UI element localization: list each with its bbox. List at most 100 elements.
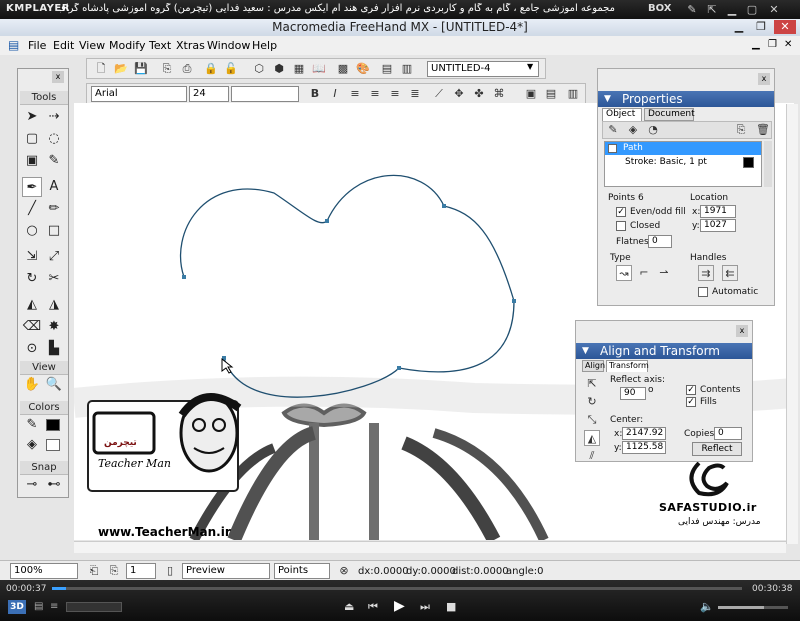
open-icon[interactable]: 📂	[113, 61, 129, 77]
center-x-input[interactable]: 2147.92	[622, 427, 666, 440]
add-fill-icon[interactable]: ◈	[625, 122, 641, 138]
flow-inside-icon[interactable]: ✥	[451, 86, 467, 102]
tab-transform[interactable]: Transform	[606, 360, 649, 372]
stroke-color-swatch[interactable]	[743, 157, 754, 168]
kmplayer-box-label[interactable]: BOX	[648, 3, 671, 14]
pin-icon[interactable]: ✎	[684, 2, 700, 17]
seek-bar[interactable]	[52, 587, 742, 590]
reflect-tool-icon[interactable]: ◭	[22, 295, 42, 315]
zoom-select[interactable]: 100%	[10, 563, 78, 579]
move-transform-icon[interactable]: ⇱	[584, 376, 600, 392]
fills-checkbox[interactable]: ✓	[686, 397, 696, 407]
connector-tool-icon[interactable]: ⊙	[22, 339, 42, 359]
italic-icon[interactable]: I	[327, 86, 343, 102]
volume-icon[interactable]: 🔈	[700, 600, 714, 613]
eraser-tool-icon[interactable]: ⌫	[22, 317, 42, 337]
fill-color-icon[interactable]: ◈	[22, 435, 42, 455]
skew-transform-icon[interactable]: ⫽	[584, 448, 600, 464]
play-icon[interactable]: ▶	[394, 598, 405, 614]
stroke-swatch[interactable]	[46, 419, 60, 431]
page-icon[interactable]: ▯	[162, 563, 178, 579]
retract-in-icon[interactable]: ⇉	[698, 265, 714, 281]
previous-icon[interactable]: ⏮	[368, 600, 378, 614]
menu-xtras[interactable]: Xtras	[176, 39, 205, 52]
minimize-icon[interactable]: ▁	[724, 2, 740, 17]
layers-icon[interactable]: ▤	[379, 61, 395, 77]
attach-to-path-icon[interactable]: ⟋	[431, 86, 447, 102]
copies-input[interactable]: 0	[714, 427, 742, 440]
curve-point-icon[interactable]: ↝	[616, 265, 632, 281]
location-x-input[interactable]: 1971	[700, 205, 736, 218]
align-center-icon[interactable]: ≡	[367, 86, 383, 102]
ungroup-icon[interactable]: ⬢	[271, 61, 287, 77]
doc-close-icon[interactable]: ✕	[784, 39, 792, 50]
flatness-input[interactable]: 0	[648, 235, 672, 248]
convert-to-paths-icon[interactable]: ⌘	[491, 86, 507, 102]
trace-tool-icon[interactable]: ▣	[22, 151, 42, 171]
spelling-icon[interactable]: ▣	[523, 86, 539, 102]
new-icon[interactable]: 🗋	[93, 61, 109, 77]
pointer-tool-icon[interactable]: ➤	[22, 107, 42, 127]
trash-icon[interactable]: 🗑	[755, 122, 771, 138]
list-scrollbar[interactable]	[764, 141, 772, 187]
tab-object[interactable]: Object	[602, 108, 642, 121]
menu-view[interactable]: View	[79, 39, 105, 52]
next-page-icon[interactable]: ⎘	[106, 563, 122, 579]
import-icon[interactable]: ⎘	[159, 61, 175, 77]
align-collapse-icon[interactable]: ▼	[582, 346, 589, 356]
menu-modify[interactable]: Modify	[109, 39, 145, 52]
line-tool-icon[interactable]: ╱	[22, 199, 42, 219]
duplicate-item-icon[interactable]: ⎘	[733, 122, 749, 138]
settings-icon[interactable]: ▤	[34, 601, 43, 612]
align-left-icon[interactable]: ≡	[347, 86, 363, 102]
swatches-icon[interactable]: ▩	[335, 61, 351, 77]
volume-slider[interactable]	[718, 606, 788, 609]
tab-align[interactable]: Align	[582, 360, 605, 372]
app-close-icon[interactable]: ✕	[774, 20, 796, 34]
snap-point-icon[interactable]: ⊸	[22, 475, 42, 495]
evenodd-checkbox[interactable]: ✓	[616, 207, 626, 217]
properties-header[interactable]: Properties	[598, 91, 774, 107]
menu-edit[interactable]: Edit	[53, 39, 74, 52]
stop-square-icon[interactable]: ■	[446, 600, 456, 613]
skew-tool-icon[interactable]: ⤢	[44, 247, 64, 267]
justify-icon[interactable]: ≣	[407, 86, 423, 102]
styles-icon[interactable]: ▥	[399, 61, 415, 77]
pen-tool-icon[interactable]: ✒	[22, 177, 42, 197]
list-item-stroke[interactable]: Stroke: Basic, 1 pt	[605, 156, 761, 169]
properties-close-icon[interactable]: x	[758, 73, 770, 85]
prev-page-icon[interactable]: ⎗	[86, 563, 102, 579]
knife-tool-icon[interactable]: ✂	[44, 269, 64, 289]
save-icon[interactable]: 💾	[133, 61, 149, 77]
font-size-select[interactable]: 24	[189, 86, 229, 102]
center-y-input[interactable]: 1125.58	[622, 441, 666, 454]
app-restore-icon[interactable]: ❐	[750, 20, 772, 34]
fill-swatch[interactable]	[46, 439, 60, 451]
pencil-tool-icon[interactable]: ✏	[44, 199, 64, 219]
stroke-color-icon[interactable]: ✎	[22, 415, 42, 435]
unlock-icon[interactable]: 🔓	[223, 61, 239, 77]
hand-tool-icon[interactable]: ✋	[22, 375, 42, 395]
library-icon[interactable]: 📖	[311, 61, 327, 77]
equalizer-icon[interactable]: ≡	[50, 601, 58, 612]
zoom-tool-icon[interactable]: 🔍	[44, 375, 64, 395]
fullscreen-icon[interactable]: ⇱	[704, 2, 720, 17]
chevron-down-icon[interactable]: ▼	[527, 62, 533, 71]
app-minimize-icon[interactable]: ▁	[728, 20, 750, 34]
maximize-icon[interactable]: ▢	[744, 2, 760, 17]
close-icon[interactable]: ✕	[766, 2, 782, 17]
closed-checkbox[interactable]	[616, 221, 626, 231]
audio-mode-badges[interactable]	[66, 602, 122, 612]
group-icon[interactable]: ⬡	[251, 61, 267, 77]
tools-close-icon[interactable]: x	[52, 71, 64, 83]
3d-button[interactable]: 3D	[8, 600, 26, 614]
eyedropper-tool-icon[interactable]: ✎	[44, 151, 64, 171]
export-icon[interactable]: ⎙	[179, 61, 195, 77]
align-right-icon[interactable]: ≡	[387, 86, 403, 102]
rectangle-tool-icon[interactable]: □	[44, 221, 64, 241]
reflect-button[interactable]: Reflect	[692, 442, 742, 456]
find-replace-icon[interactable]: ▦	[291, 61, 307, 77]
text-editor-icon[interactable]: ▥	[565, 86, 581, 102]
snap-guide-icon[interactable]: ⊷	[44, 475, 64, 495]
rotate-transform-icon[interactable]: ↻	[584, 394, 600, 410]
